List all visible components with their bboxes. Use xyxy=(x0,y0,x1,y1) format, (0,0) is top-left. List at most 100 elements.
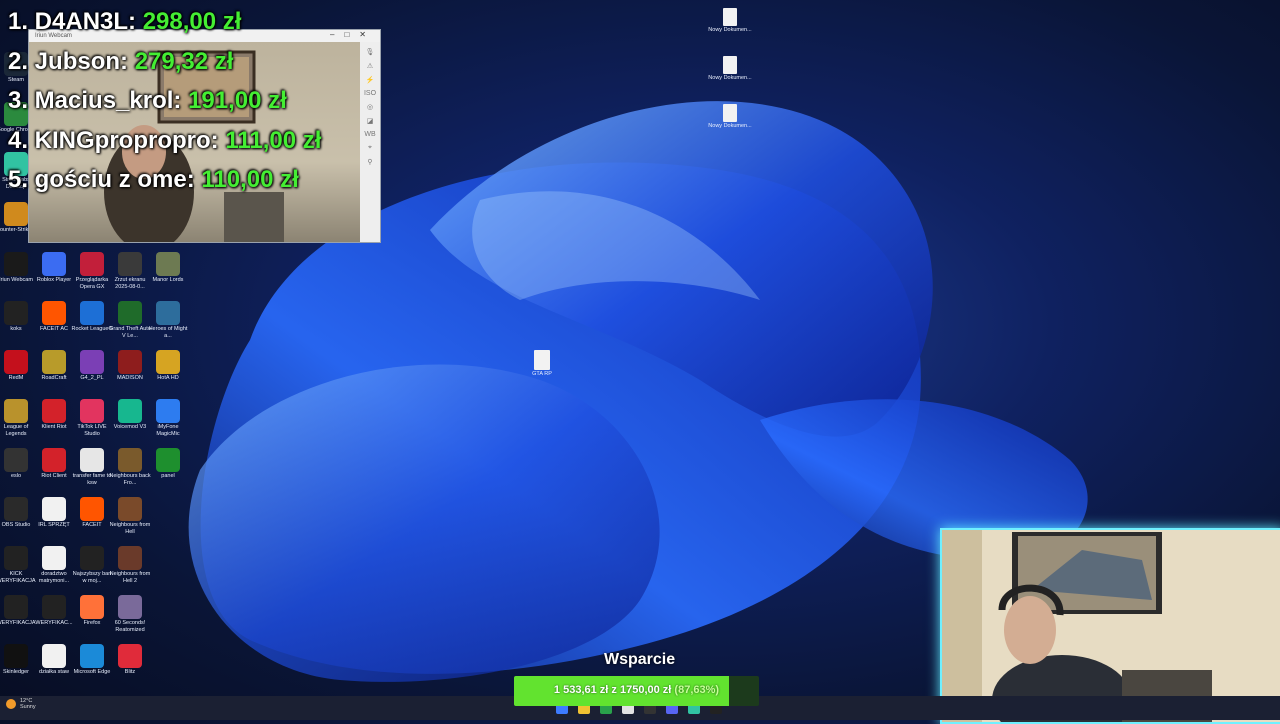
screenshot-icon xyxy=(118,252,142,276)
desktop-icon-label: panel xyxy=(161,473,175,479)
document-icon xyxy=(80,448,104,472)
desktop-icon[interactable]: Heroes of Might a... xyxy=(146,301,190,339)
document-icon xyxy=(80,546,104,570)
donation-percent: (87,63%) xyxy=(674,684,720,696)
document-icon xyxy=(42,644,66,668)
desktop-file-label: GTA RP xyxy=(532,371,552,377)
roblox-icon xyxy=(42,252,66,276)
leaderboard-name: 5. gościu z ome: xyxy=(8,166,195,193)
neighbours-icon xyxy=(118,448,142,472)
document-icon xyxy=(42,497,66,521)
desktop-icon-label: HotA HD xyxy=(157,375,179,381)
rocket-league-icon xyxy=(80,301,104,325)
blank-icon xyxy=(156,595,180,619)
roadcraft-icon xyxy=(42,350,66,374)
donation-current: 1 533,61 zł xyxy=(553,684,609,696)
white-balance-icon[interactable]: WB xyxy=(364,131,375,138)
desktop-icon[interactable]: HotA HD xyxy=(146,350,190,382)
mic-icon[interactable]: 🎙 xyxy=(366,48,375,56)
lol-icon xyxy=(4,399,28,423)
gta-icon xyxy=(118,301,142,325)
flash-icon[interactable]: ⚡ xyxy=(366,76,375,84)
cs2-icon xyxy=(4,202,28,226)
exposure-icon[interactable]: ◪ xyxy=(367,117,374,125)
sixty-seconds-icon xyxy=(118,595,142,619)
redm-icon xyxy=(4,350,28,374)
leaderboard-entry: 3. Macius_krol: 191,00 zł xyxy=(8,87,321,127)
document-icon xyxy=(723,8,737,26)
riot-icon xyxy=(42,399,66,423)
desktop-icon-label: Nowy Dokumen... xyxy=(708,123,752,129)
desktop-icon[interactable]: Nowy Dokumen... xyxy=(708,104,752,130)
document-icon xyxy=(723,56,737,74)
leaderboard-entry: 5. gościu z ome: 110,00 zł xyxy=(8,166,321,206)
warning-icon[interactable]: ⚠ xyxy=(367,62,373,70)
desktop-icon-label: 60 Seconds! Reatomized xyxy=(114,620,146,633)
weather-widget[interactable]: 12°C Sunny xyxy=(6,698,36,710)
leaderboard-entry: 1. D4AN3L: 298,00 zł xyxy=(8,8,321,48)
manor-lords-icon xyxy=(156,252,180,276)
desktop-icon-label: Nowy Dokumen... xyxy=(708,75,752,81)
desktop-icon[interactable]: Nowy Dokumen... xyxy=(708,56,752,82)
tiktok-icon xyxy=(80,399,104,423)
desktop-icon[interactable]: iMyFone MagicMic xyxy=(146,399,190,437)
madison-icon xyxy=(118,350,142,374)
desktop-icon[interactable]: panel xyxy=(146,448,190,480)
leaderboard-amount: 110,00 zł xyxy=(201,166,299,193)
magicmic-icon xyxy=(156,399,180,423)
faceit-icon xyxy=(80,497,104,521)
folder-icon xyxy=(4,301,28,325)
desktop-icon[interactable]: Manor Lords xyxy=(146,252,190,284)
donation-goal-title: Wsparcie xyxy=(604,651,676,668)
leaderboard-entry: 2. Jubson: 279,32 zł xyxy=(8,48,321,88)
document-icon xyxy=(723,104,737,122)
hota-icon xyxy=(156,350,180,374)
donation-separator: z xyxy=(611,684,617,696)
desktop-icon-label: Blitz xyxy=(124,669,136,675)
faceit-ac-icon xyxy=(42,301,66,325)
blitz-icon xyxy=(118,644,142,668)
focus-icon[interactable]: ⌖ xyxy=(368,144,372,152)
desktop-icon[interactable]: Nowy Dokumen... xyxy=(708,8,752,34)
document-icon xyxy=(4,546,28,570)
zoom-icon[interactable]: ⚲ xyxy=(367,158,372,166)
leaderboard-name: 4. KINGpropropro: xyxy=(8,126,219,154)
donation-progress-bar: 1 533,61 zł z 1750,00 zł (87,63%) xyxy=(514,676,759,706)
desktop-icon-label: Manor Lords xyxy=(152,277,184,283)
skinledger-icon xyxy=(4,644,28,668)
leaderboard-amount: 191,00 zł xyxy=(188,87,287,114)
neighbours-icon xyxy=(118,497,142,521)
weather-condition: Sunny xyxy=(20,704,36,710)
firefox-icon xyxy=(80,595,104,619)
leaderboard-amount: 279,32 zł xyxy=(134,47,234,75)
eslo-icon xyxy=(4,448,28,472)
aperture-icon[interactable]: ◎ xyxy=(367,103,373,111)
leaderboard-name: 3. Macius_krol: xyxy=(8,87,182,114)
streamer-webcam-scene xyxy=(942,530,1212,722)
blank-icon xyxy=(156,546,180,570)
desktop-icon[interactable] xyxy=(146,497,190,522)
camera-controls-panel[interactable]: 🎙 ⚠ ⚡ ISO ◎ ◪ WB ⌖ ⚲ xyxy=(360,42,380,242)
document-icon xyxy=(42,546,66,570)
riot-client-icon xyxy=(42,448,66,472)
window-controls[interactable]: –□✕ xyxy=(330,30,376,39)
donation-leaderboard: 1. D4AN3L: 298,00 zł 2. Jubson: 279,32 z… xyxy=(8,8,321,206)
leaderboard-name: 1. D4AN3L: xyxy=(8,8,137,35)
desktop-icon[interactable] xyxy=(146,595,190,620)
desktop-icon-label: Neighbours from Hell xyxy=(109,522,151,535)
obs-icon xyxy=(4,497,28,521)
neighbours-icon xyxy=(118,546,142,570)
panel-icon xyxy=(156,448,180,472)
donation-goal: 1750,00 zł xyxy=(619,684,672,696)
iriun-icon xyxy=(4,252,28,276)
desktop-file-gta-rp[interactable]: GTA RP xyxy=(520,350,564,378)
leaderboard-entry: 4. KINGpropropro: 111,00 zł xyxy=(8,127,321,167)
desktop-icon[interactable] xyxy=(146,546,190,571)
donation-progress-text: 1 533,61 zł z 1750,00 zł (87,63%) xyxy=(514,684,759,696)
desktop-icon-label: iMyFone MagicMic xyxy=(156,424,180,437)
heroes-icon xyxy=(156,301,180,325)
iso-icon[interactable]: ISO xyxy=(364,90,376,97)
desktop-icon-label: Heroes of Might a... xyxy=(148,326,188,339)
desktop-icon-label: Neighbours from Hell 2 xyxy=(109,571,151,584)
desktop-icon[interactable]: Blitz xyxy=(108,644,152,676)
